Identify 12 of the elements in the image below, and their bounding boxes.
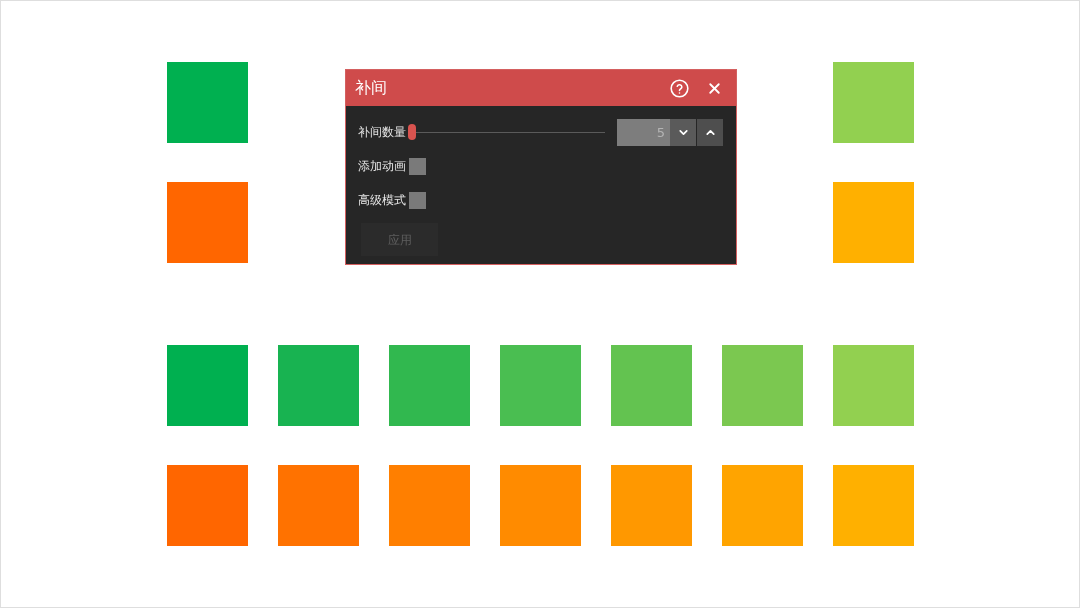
count-slider-track[interactable]	[408, 124, 605, 140]
option-label: 高级模式	[358, 192, 406, 209]
help-icon	[669, 78, 689, 98]
option-checkbox[interactable]	[409, 191, 426, 209]
option-label: 添加动画	[358, 158, 406, 175]
increment-button[interactable]	[697, 118, 723, 146]
option-checkbox[interactable]	[409, 157, 426, 175]
decrement-button[interactable]	[670, 118, 696, 146]
count-label: 补间数量	[358, 124, 406, 141]
slider-thumb[interactable]	[408, 124, 416, 140]
dialog-title: 补间	[355, 80, 387, 96]
help-button[interactable]	[668, 77, 690, 99]
